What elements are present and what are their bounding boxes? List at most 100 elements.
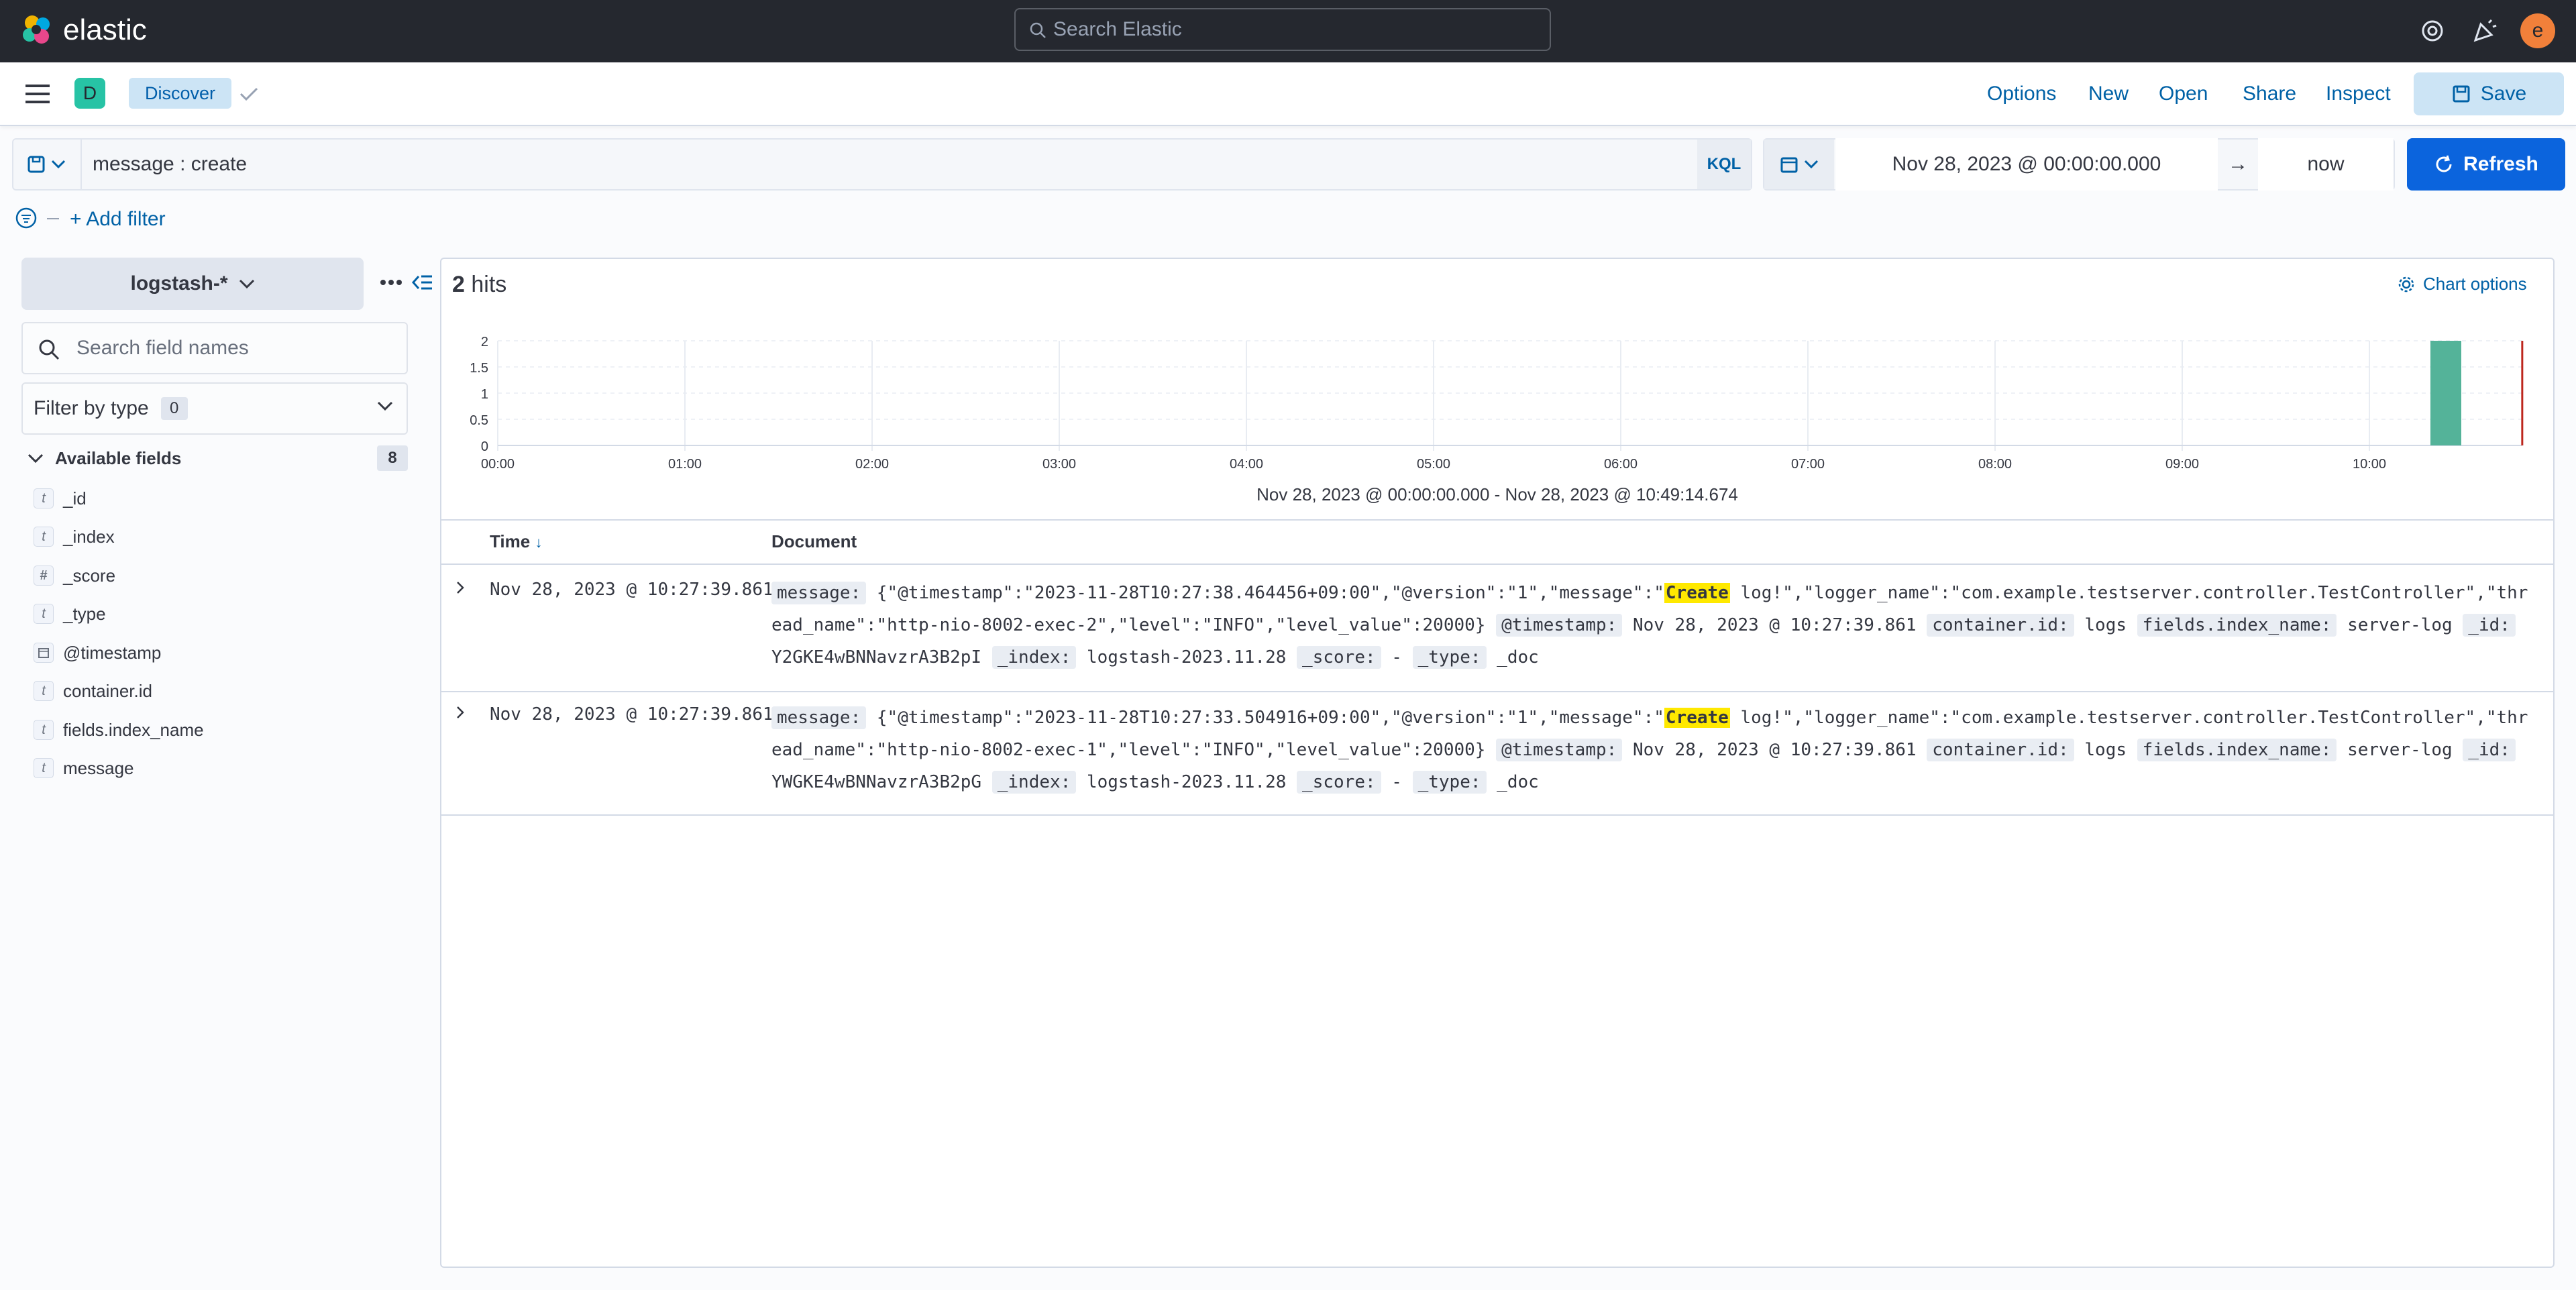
highlight-match: Create <box>1664 708 1730 728</box>
index-pattern-selector[interactable]: logstash-* <box>21 258 364 310</box>
field-key: @timestamp: <box>1496 739 1623 761</box>
y-tick-label: 0.5 <box>470 413 488 428</box>
expand-row-icon[interactable] <box>453 580 467 596</box>
date-start-button[interactable]: Nov 28, 2023 @ 00:00:00.000 <box>1835 138 2218 191</box>
field-item-score[interactable]: # _score <box>34 562 115 589</box>
sort-down-icon[interactable]: ↓ <box>535 534 542 551</box>
field-item-id[interactable]: t _id <box>34 485 87 512</box>
available-fields-toggle[interactable]: Available fields 8 <box>27 445 408 471</box>
more-options-icon[interactable] <box>380 279 402 286</box>
string-type-icon: t <box>34 758 54 778</box>
x-tick-label: 06:00 <box>1604 457 1638 472</box>
chevron-down-icon <box>377 401 393 411</box>
calendar-icon <box>1780 157 1798 173</box>
gear-icon <box>2398 276 2414 292</box>
id-value: Y2GKE4wBNNavzrA3B2pI <box>771 647 982 667</box>
open-link[interactable]: Open <box>2159 78 2208 109</box>
index-value: logstash-2023.11.28 <box>1086 647 1287 667</box>
brand-name: elastic <box>63 13 147 46</box>
kql-query-input[interactable]: message : create <box>93 138 1354 191</box>
add-filter-button[interactable]: + Add filter <box>70 208 166 231</box>
filter-count-badge: 0 <box>160 397 188 420</box>
saved-query-menu-button[interactable] <box>12 138 82 191</box>
elastic-logo[interactable]: elastic <box>20 13 147 47</box>
chevron-down-icon <box>1804 160 1819 169</box>
refresh-icon <box>2436 155 2452 172</box>
newsfeed-icon[interactable] <box>2471 17 2498 44</box>
field-key: _index: <box>991 771 1077 794</box>
breadcrumb-discover[interactable]: Discover <box>129 78 232 109</box>
x-tick-label: 02:00 <box>855 457 889 472</box>
check-icon <box>239 87 258 101</box>
field-key: _index: <box>991 646 1077 669</box>
field-item-message[interactable]: t message <box>34 755 134 782</box>
save-button[interactable]: Save <box>2414 72 2564 115</box>
field-item-index-name[interactable]: t fields.index_name <box>34 716 204 743</box>
filter-by-type-button[interactable]: Filter by type 0 <box>21 382 408 435</box>
field-key: message: <box>771 582 867 604</box>
chart-options-button[interactable]: Chart options <box>2398 274 2527 294</box>
field-key: _id: <box>2463 614 2516 637</box>
table-header-divider <box>441 563 2553 565</box>
field-key: fields.index_name: <box>2137 614 2337 637</box>
global-search-input[interactable]: Search Elastic <box>1014 8 1551 51</box>
collapse-sidebar-icon[interactable] <box>412 274 433 291</box>
score-value: - <box>1391 772 1402 792</box>
arrow-right-icon: → <box>2228 153 2248 175</box>
field-search-input[interactable]: Search field names <box>21 322 408 374</box>
save-icon <box>2453 85 2470 103</box>
chevron-down-icon <box>28 453 44 464</box>
field-item-index[interactable]: t _index <box>34 523 115 550</box>
field-name: _index <box>63 526 115 547</box>
chart-options-label: Chart options <box>2423 274 2527 294</box>
row-time: Nov 28, 2023 @ 10:27:39.861 <box>490 580 773 600</box>
quick-date-menu-button[interactable] <box>1764 140 1834 189</box>
score-value: - <box>1391 647 1402 667</box>
share-link[interactable]: Share <box>2243 78 2296 109</box>
x-tick-label: 09:00 <box>2165 457 2199 472</box>
search-icon <box>1030 22 1046 38</box>
query-language-toggle[interactable]: KQL <box>1697 140 1751 189</box>
hamburger-menu-icon[interactable] <box>25 85 50 103</box>
string-type-icon: t <box>34 604 54 624</box>
field-key: container.id: <box>1927 614 2074 637</box>
chevron-down-icon <box>51 160 66 169</box>
help-icon[interactable] <box>2419 17 2446 44</box>
index-name-value: server-log <box>2347 615 2453 635</box>
y-tick-label: 2 <box>481 335 488 350</box>
row-document: message: {"@timestamp":"2023-11-28T10:27… <box>771 577 2536 674</box>
filter-icon[interactable] <box>15 207 38 229</box>
field-item-type[interactable]: t _type <box>34 600 106 627</box>
options-link[interactable]: Options <box>1987 78 2056 109</box>
field-key: _score: <box>1297 646 1381 669</box>
index-pattern-label: logstash-* <box>130 272 228 294</box>
hits-counter: 2 hits <box>452 272 506 298</box>
inspect-link[interactable]: Inspect <box>2326 78 2391 109</box>
refresh-button[interactable]: Refresh <box>2407 138 2565 191</box>
new-link[interactable]: New <box>2088 78 2129 109</box>
string-type-icon: t <box>34 681 54 701</box>
y-tick-label: 0 <box>481 439 488 454</box>
field-item-timestamp[interactable]: @timestamp <box>34 639 161 666</box>
x-tick-label: 00:00 <box>481 457 515 472</box>
date-type-icon <box>34 643 54 663</box>
space-avatar[interactable]: D <box>74 78 105 109</box>
column-header-time[interactable]: Time ↓ <box>490 531 542 552</box>
search-icon <box>39 339 60 360</box>
x-tick-label: 08:00 <box>1978 457 2012 472</box>
date-end-button[interactable]: now <box>2258 138 2394 191</box>
histogram-chart: 0 0.5 1 1.5 2 00:00 01:00 02:00 03:00 04:00 05:00 0… <box>470 335 2524 472</box>
time-range-label: Nov 28, 2023 @ 00:00:00.000 - Nov 28, 20… <box>1256 484 1738 504</box>
field-search-placeholder: Search field names <box>76 337 249 359</box>
row-time: Nov 28, 2023 @ 10:27:39.861 <box>490 704 773 724</box>
user-avatar[interactable]: e <box>2520 13 2555 48</box>
field-key: message: <box>771 706 867 729</box>
filter-divider <box>47 218 59 219</box>
available-fields-label: Available fields <box>55 447 182 468</box>
x-tick-label: 04:00 <box>1230 457 1263 472</box>
hits-count: 2 <box>452 272 465 297</box>
field-name: fields.index_name <box>63 719 204 740</box>
field-item-container-id[interactable]: t container.id <box>34 678 152 704</box>
x-tick-label: 05:00 <box>1417 457 1450 472</box>
expand-row-icon[interactable] <box>453 704 467 720</box>
